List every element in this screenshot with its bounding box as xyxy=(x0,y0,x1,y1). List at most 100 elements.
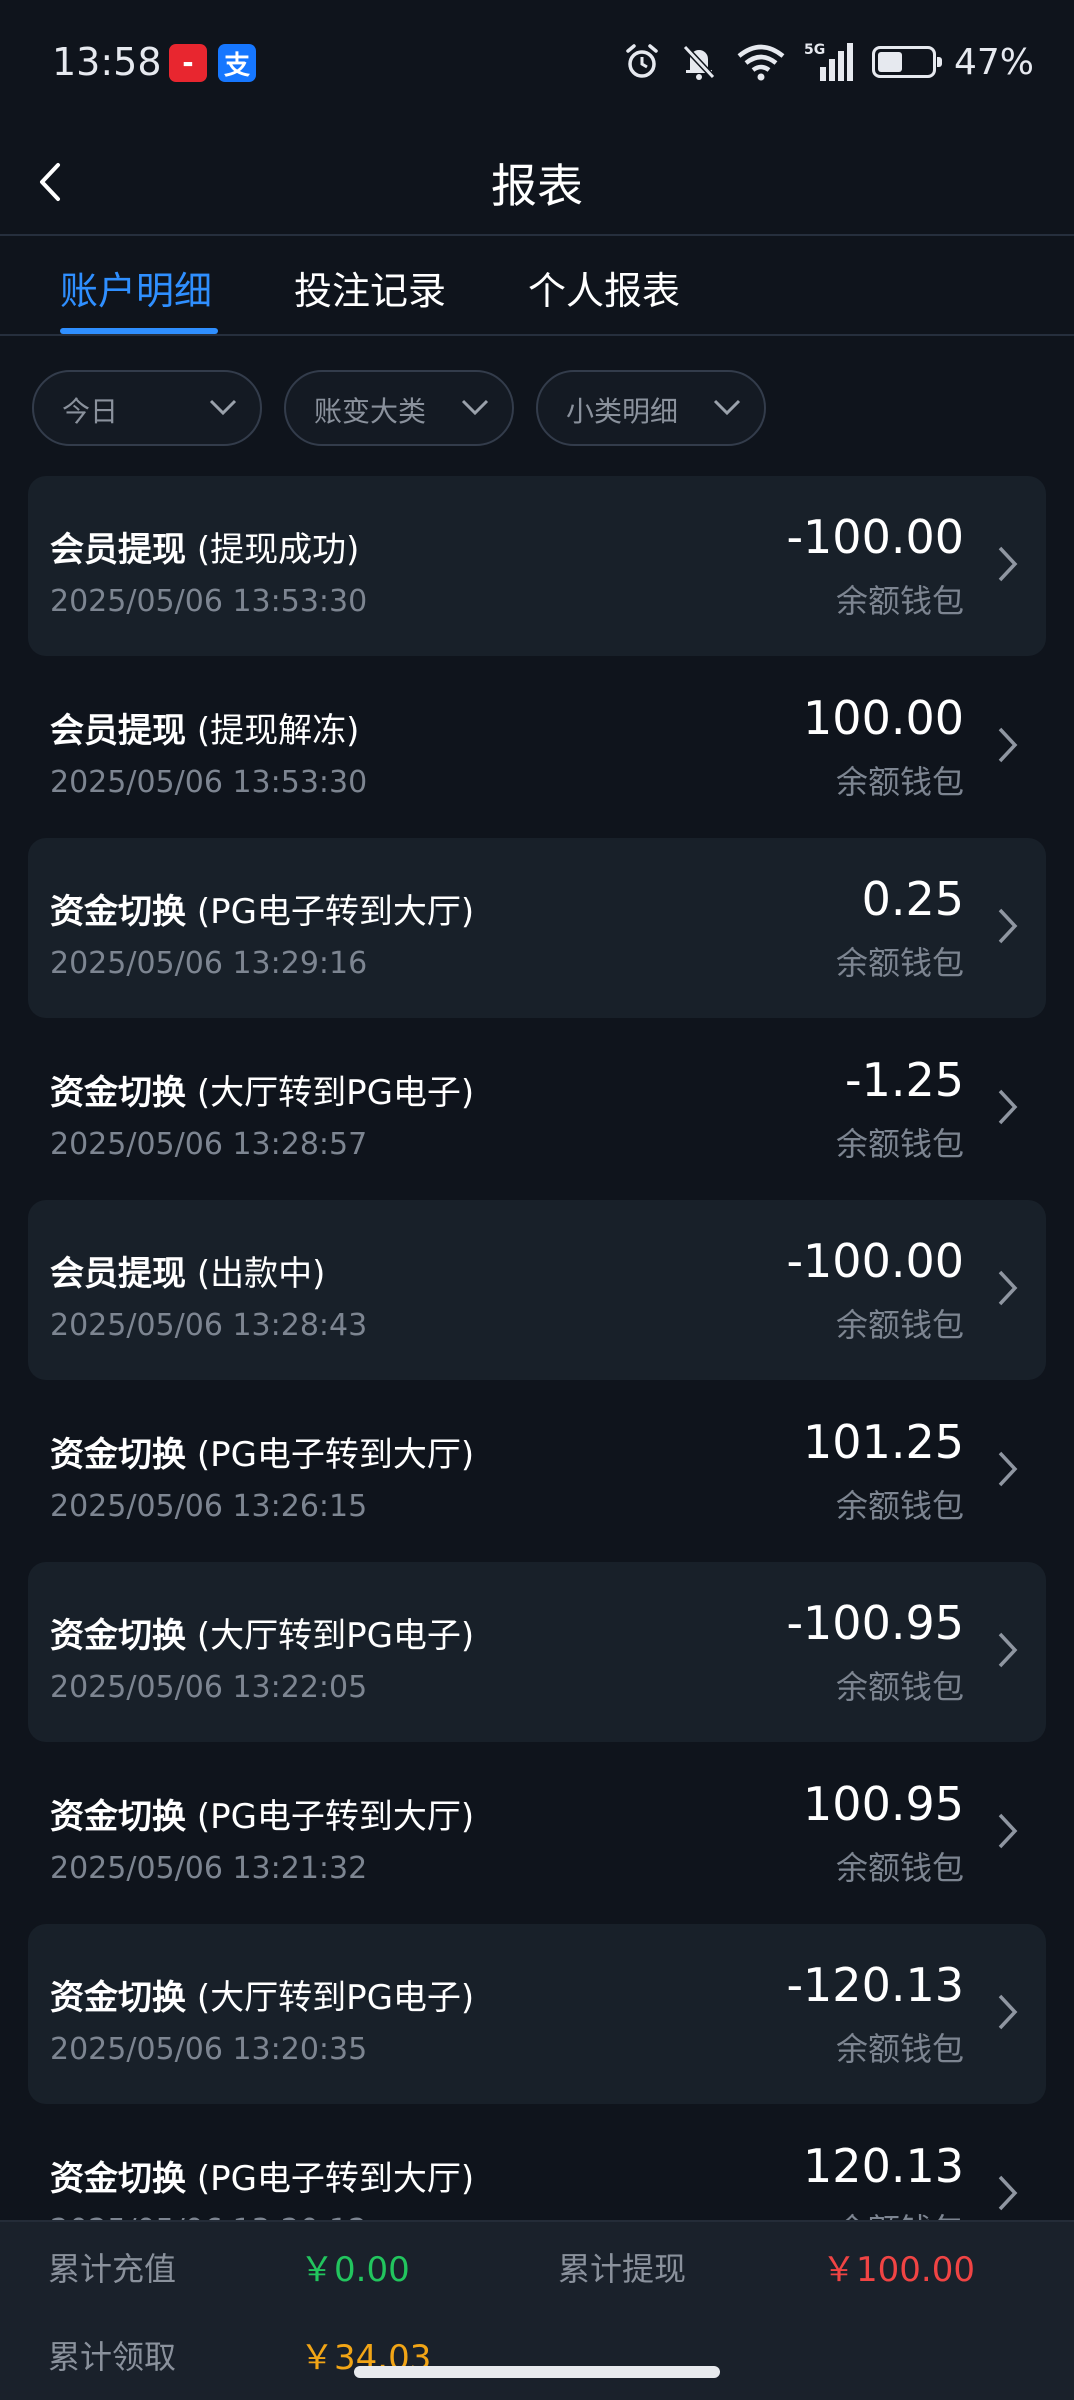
total-deposit-value: ￥0.00 xyxy=(300,2250,410,2290)
record-datetime: 2025/05/06 13:22:05 xyxy=(50,1670,368,1705)
status-bar: 13:58 ▬ 支 5G 47% xyxy=(0,0,1074,128)
chevron-right-icon xyxy=(998,2175,1018,2211)
record-wallet: 余额钱包 xyxy=(835,1849,964,1887)
record-detail: (提现解冻) xyxy=(196,711,360,751)
svg-text:5G: 5G xyxy=(804,42,825,58)
record-detail: (大厅转到PG电子) xyxy=(196,1073,475,1113)
page-title: 报表 xyxy=(491,159,583,213)
record-datetime: 2025/05/06 13:53:30 xyxy=(50,765,368,800)
record-amount: -120.13 xyxy=(786,1958,964,2012)
battery-icon xyxy=(871,46,942,78)
record-datetime: 2025/05/06 13:28:43 xyxy=(50,1308,368,1343)
alarm-icon xyxy=(626,44,658,78)
chevron-right-icon xyxy=(998,908,1018,944)
record-wallet: 余额钱包 xyxy=(835,1487,964,1525)
record-category: 资金切换 xyxy=(50,892,186,932)
total-claim-label: 累计领取 xyxy=(48,2338,177,2376)
record-wallet: 余额钱包 xyxy=(835,763,964,801)
record-amount: 120.13 xyxy=(803,2139,964,2193)
tab-personal-report[interactable]: 个人报表 xyxy=(528,260,680,315)
record-datetime: 2025/05/06 13:28:57 xyxy=(50,1127,368,1162)
record-wallet: 余额钱包 xyxy=(835,582,964,620)
record-amount: 101.25 xyxy=(803,1415,964,1469)
nav-bar: 报表 xyxy=(0,128,1074,236)
tab-bar: 账户明细 投注记录 个人报表 xyxy=(0,236,1074,336)
signal-5g-icon: 5G xyxy=(804,42,853,81)
record-wallet: 余额钱包 xyxy=(835,1125,964,1163)
record-detail: (提现成功) xyxy=(196,530,360,570)
record-amount: 100.00 xyxy=(803,691,964,745)
tab-account-details[interactable]: 账户明细 xyxy=(60,260,212,315)
report-screen: 13:58 ▬ 支 5G 47% 报表 账户明细 投注记录 个人报表 今日 账变… xyxy=(0,0,1074,2400)
chevron-down-icon xyxy=(713,399,741,416)
wifi-icon xyxy=(737,44,785,81)
list-item[interactable]: 资金切换 (大厅转到PG电子) 2025/05/06 13:28:57 -1.2… xyxy=(28,1019,1046,1199)
list-item[interactable]: 资金切换 (PG电子转到大厅) 2025/05/06 13:26:15 101.… xyxy=(28,1381,1046,1561)
record-wallet: 余额钱包 xyxy=(835,1668,964,1706)
record-category: 会员提现 xyxy=(50,1254,186,1294)
record-category: 会员提现 xyxy=(50,530,186,570)
home-indicator[interactable] xyxy=(354,2366,720,2378)
record-category: 会员提现 xyxy=(50,711,186,751)
record-category: 资金切换 xyxy=(50,1616,186,1656)
record-detail: (出款中) xyxy=(196,1254,326,1294)
record-datetime: 2025/05/06 13:29:16 xyxy=(50,946,368,981)
active-tab-indicator xyxy=(60,328,218,334)
record-detail: (大厅转到PG电子) xyxy=(196,1616,475,1656)
record-detail: (PG电子转到大厅) xyxy=(196,2159,475,2199)
chevron-right-icon xyxy=(998,1089,1018,1125)
record-wallet: 余额钱包 xyxy=(835,2030,964,2068)
record-detail: (PG电子转到大厅) xyxy=(196,1797,475,1837)
total-deposit-label: 累计充值 xyxy=(48,2250,177,2288)
alipay-icon: 支 xyxy=(218,44,256,82)
category-filter-label: 账变大类 xyxy=(314,395,427,428)
subcategory-filter-label: 小类明细 xyxy=(566,395,679,428)
date-filter-dropdown[interactable]: 今日 xyxy=(32,370,262,446)
red-app-icon: ▬ xyxy=(169,44,207,82)
category-filter-dropdown[interactable]: 账变大类 xyxy=(284,370,514,446)
record-wallet: 余额钱包 xyxy=(835,944,964,982)
record-datetime: 2025/05/06 13:21:32 xyxy=(50,1851,368,1886)
record-category: 资金切换 xyxy=(50,1435,186,1475)
list-item[interactable]: 资金切换 (PG电子转到大厅) 2025/05/06 13:21:32 100.… xyxy=(28,1743,1046,1923)
status-time: 13:58 xyxy=(52,40,162,84)
chevron-right-icon xyxy=(998,1451,1018,1487)
status-indicators: 5G 47% xyxy=(622,40,1034,84)
battery-level xyxy=(877,52,902,72)
list-item[interactable]: 会员提现 (提现解冻) 2025/05/06 13:53:30 100.00 余… xyxy=(28,657,1046,837)
record-category: 资金切换 xyxy=(50,1978,186,2018)
record-amount: -100.00 xyxy=(786,1234,964,1288)
record-category: 资金切换 xyxy=(50,1797,186,1837)
record-datetime: 2025/05/06 13:53:30 xyxy=(50,584,368,619)
battery-percent: 47% xyxy=(953,41,1034,83)
record-amount: 100.95 xyxy=(803,1777,964,1831)
record-detail: (PG电子转到大厅) xyxy=(196,892,475,932)
record-detail: (PG电子转到大厅) xyxy=(196,1435,475,1475)
chevron-down-icon xyxy=(209,399,237,416)
tab-bet-records[interactable]: 投注记录 xyxy=(294,260,446,315)
mute-icon xyxy=(682,44,716,80)
chevron-right-icon xyxy=(998,546,1018,582)
list-item[interactable]: 资金切换 (大厅转到PG电子) 2025/05/06 13:22:05 -100… xyxy=(28,1562,1046,1742)
total-withdraw-label: 累计提现 xyxy=(558,2250,687,2288)
subcategory-filter-dropdown[interactable]: 小类明细 xyxy=(536,370,766,446)
chevron-right-icon xyxy=(998,1813,1018,1849)
record-wallet: 余额钱包 xyxy=(835,1306,964,1344)
record-category: 资金切换 xyxy=(50,1073,186,1113)
record-amount: -1.25 xyxy=(844,1053,964,1107)
chevron-right-icon xyxy=(998,1270,1018,1306)
list-item[interactable]: 资金切换 (大厅转到PG电子) 2025/05/06 13:20:35 -120… xyxy=(28,1924,1046,2104)
date-filter-label: 今日 xyxy=(62,395,119,428)
record-datetime: 2025/05/06 13:26:15 xyxy=(50,1489,368,1524)
chevron-right-icon xyxy=(998,1994,1018,2030)
record-amount: 0.25 xyxy=(861,872,964,926)
total-withdraw-value: ￥100.00 xyxy=(822,2250,975,2290)
list-item[interactable]: 会员提现 (出款中) 2025/05/06 13:28:43 -100.00 余… xyxy=(28,1200,1046,1380)
list-item[interactable]: 会员提现 (提现成功) 2025/05/06 13:53:30 -100.00 … xyxy=(28,476,1046,656)
record-amount: -100.00 xyxy=(786,510,964,564)
record-detail: (大厅转到PG电子) xyxy=(196,1978,475,2018)
list-item[interactable]: 资金切换 (PG电子转到大厅) 2025/05/06 13:29:16 0.25… xyxy=(28,838,1046,1018)
record-amount: -100.95 xyxy=(786,1596,964,1650)
record-category: 资金切换 xyxy=(50,2159,186,2199)
chevron-right-icon xyxy=(998,1632,1018,1668)
